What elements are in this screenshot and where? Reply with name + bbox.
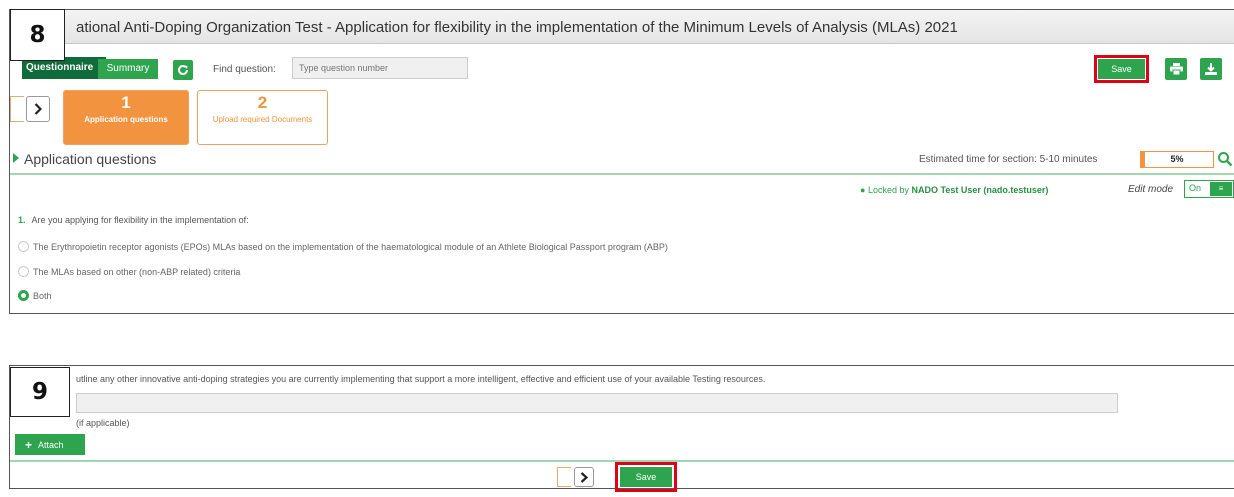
radio-button[interactable] bbox=[18, 266, 29, 277]
step-badge-8: 8 bbox=[10, 9, 65, 61]
lock-icon: ● bbox=[860, 185, 866, 195]
step-prev-button[interactable] bbox=[10, 96, 24, 122]
radio-label: The Erythropoietin receptor agonists (EP… bbox=[33, 241, 668, 252]
attach-note: (if applicable) bbox=[76, 418, 130, 428]
questionnaire-panel-bottom: utline any other innovative anti-doping … bbox=[9, 365, 1234, 492]
edit-mode-label: Edit mode bbox=[1128, 184, 1174, 195]
plus-icon: + bbox=[25, 437, 33, 452]
chevron-right-icon bbox=[34, 103, 42, 115]
progress-indicator: 5% bbox=[1140, 151, 1214, 168]
answer-input[interactable] bbox=[76, 393, 1118, 413]
caret-right-icon[interactable] bbox=[13, 153, 19, 163]
summary-button[interactable]: Summary bbox=[98, 59, 158, 79]
section-title[interactable]: Application questions bbox=[24, 151, 156, 167]
lock-status: ● Locked by NADO Test User (nado.testuse… bbox=[860, 185, 1048, 195]
find-question-input[interactable] bbox=[292, 57, 468, 79]
refresh-icon bbox=[178, 65, 188, 75]
progress-text: 5% bbox=[1170, 154, 1184, 164]
questionnaire-panel-top: ational Anti-Doping Organization Test - … bbox=[9, 9, 1234, 314]
window-title-bar: ational Anti-Doping Organization Test - … bbox=[10, 10, 1234, 44]
section-header: Application questions Estimated time for… bbox=[10, 147, 1234, 175]
radio-option-non-abp[interactable]: The MLAs based on other (non-ABP related… bbox=[18, 266, 240, 277]
download-button[interactable] bbox=[1200, 58, 1222, 80]
radio-option-epo-abp[interactable]: The Erythropoietin receptor agonists (EP… bbox=[18, 241, 668, 252]
attach-button[interactable]: + Attach bbox=[15, 434, 85, 455]
download-icon bbox=[1205, 63, 1217, 75]
radio-button[interactable] bbox=[18, 241, 29, 252]
refresh-button[interactable] bbox=[173, 60, 193, 80]
toggle-on-label: On bbox=[1189, 183, 1202, 193]
chevron-right-icon bbox=[580, 471, 588, 483]
save-button-bottom[interactable]: Save bbox=[620, 467, 672, 487]
radio-label: Both bbox=[33, 290, 52, 301]
step-next-button[interactable] bbox=[26, 96, 50, 122]
print-icon bbox=[1169, 63, 1183, 75]
lock-user: NADO Test User (nado.testuser) bbox=[911, 185, 1049, 195]
step-label: Application questions bbox=[84, 115, 168, 124]
step-badge-9: 9 bbox=[10, 367, 70, 417]
search-icon[interactable] bbox=[1217, 151, 1233, 167]
toolbar: Questionnaire Summary Find question: Sav… bbox=[10, 45, 1234, 83]
attach-label: Attach bbox=[38, 439, 64, 450]
question-text: utline any other innovative anti-doping … bbox=[76, 374, 766, 384]
step-number: 2 bbox=[257, 93, 268, 112]
radio-label: The MLAs based on other (non-ABP related… bbox=[33, 266, 241, 277]
edit-mode-toggle[interactable]: On ≡ bbox=[1184, 180, 1234, 198]
radio-option-both[interactable]: Both bbox=[18, 290, 52, 301]
find-question-label: Find question: bbox=[213, 64, 276, 75]
window-title: ational Anti-Doping Organization Test - … bbox=[76, 19, 958, 36]
step-label: Upload required Documents bbox=[212, 115, 313, 124]
question-number: 1. bbox=[18, 215, 26, 225]
step-number: 1 bbox=[121, 93, 131, 112]
question-1: 1. Are you applying for flexibility in th… bbox=[18, 215, 249, 225]
save-button-top[interactable]: Save bbox=[1098, 59, 1145, 79]
step-tab-upload-documents[interactable]: 2 Upload required Documents bbox=[197, 90, 328, 145]
estimated-time-label: Estimated time for section: 5-10 minutes bbox=[919, 154, 1098, 165]
toggle-knob: ≡ bbox=[1210, 182, 1232, 196]
next-button[interactable] bbox=[574, 467, 594, 487]
print-button[interactable] bbox=[1165, 58, 1187, 80]
step-tab-application-questions[interactable]: 1 Application questions bbox=[63, 90, 189, 145]
question-text: Are you applying for flexibility in the … bbox=[31, 215, 249, 225]
radio-button-checked[interactable] bbox=[18, 290, 29, 301]
lock-prefix: Locked by bbox=[867, 185, 909, 195]
prev-button[interactable] bbox=[557, 467, 571, 487]
